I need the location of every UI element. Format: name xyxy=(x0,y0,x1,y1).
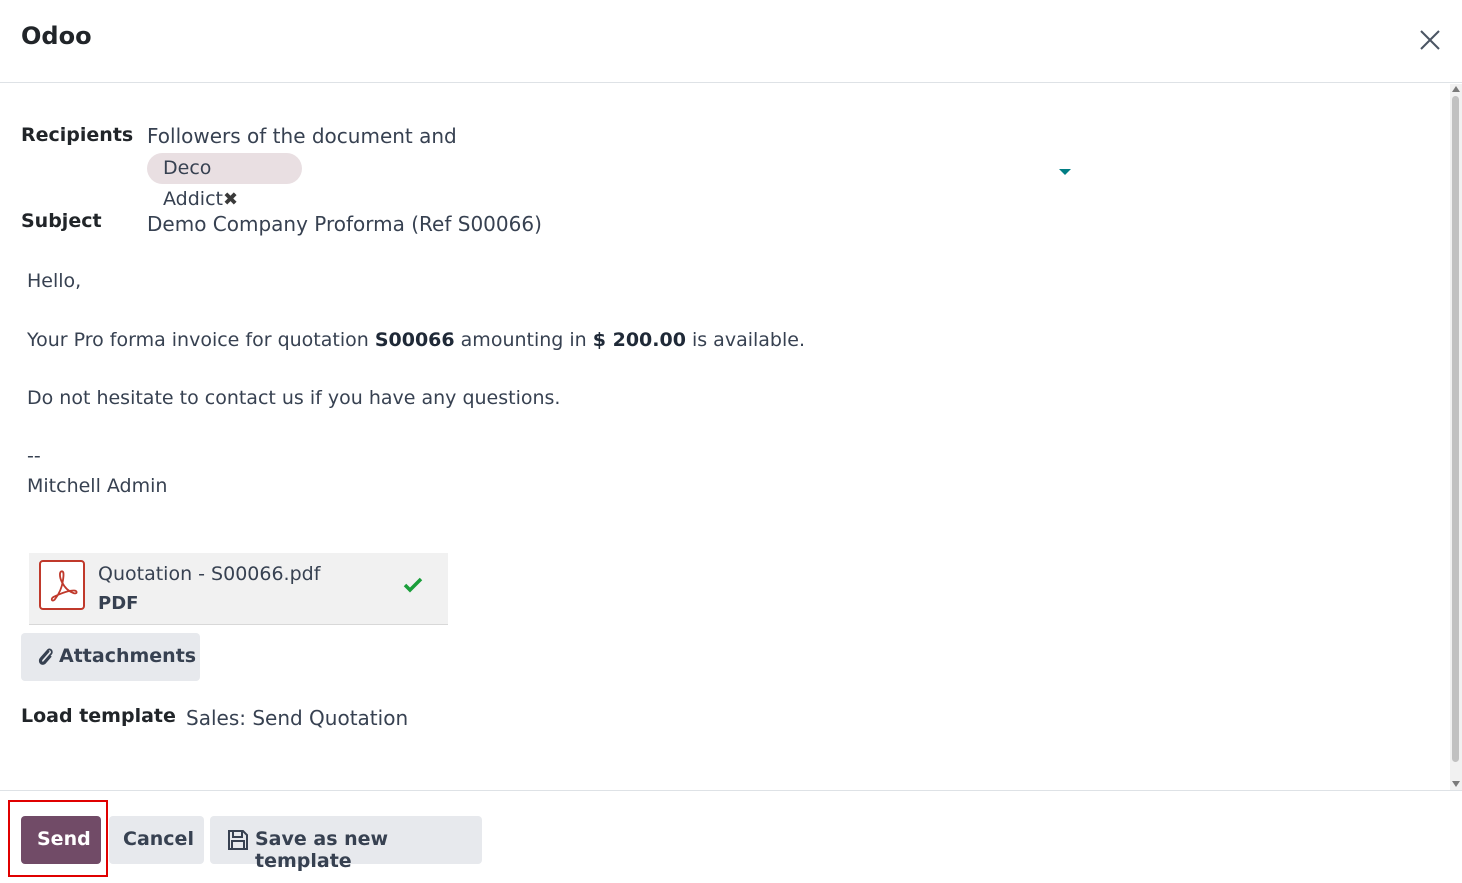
quote-ref: S00066 xyxy=(374,329,455,351)
scroll-down-icon[interactable] xyxy=(1452,781,1460,787)
recipients-dropdown-icon[interactable] xyxy=(1059,169,1071,175)
attachments-button[interactable]: Attachments xyxy=(21,633,200,681)
send-button-label: Send xyxy=(37,828,91,850)
message-greeting: Hello, xyxy=(27,270,82,292)
message-contact-line: Do not hesitate to contact us if you hav… xyxy=(27,387,561,409)
pdf-file-icon xyxy=(39,560,85,610)
cancel-button-label: Cancel xyxy=(123,828,194,850)
close-icon[interactable] xyxy=(1414,24,1446,56)
send-button[interactable]: Send xyxy=(21,816,101,864)
scroll-thumb[interactable] xyxy=(1452,96,1459,762)
tag-remove-icon[interactable]: ✖ xyxy=(223,189,238,210)
attachment-card[interactable]: Quotation - S00066.pdf PDF xyxy=(29,553,448,625)
load-template-label: Load template xyxy=(21,705,176,727)
template-select[interactable]: Sales: Send Quotation xyxy=(186,706,408,730)
cancel-button[interactable]: Cancel xyxy=(109,816,204,864)
subject-label: Subject xyxy=(21,210,102,232)
check-icon xyxy=(403,577,423,593)
subject-field[interactable]: Demo Company Proforma (Ref S00066) xyxy=(147,212,542,236)
recipients-label: Recipients xyxy=(21,124,134,146)
save-as-template-button[interactable]: Save as new template xyxy=(210,816,482,872)
attachments-button-label: Attachments xyxy=(59,645,197,667)
signature-separator: -- xyxy=(27,445,41,467)
scrollbar[interactable] xyxy=(1450,84,1462,790)
recipient-tag[interactable]: Deco Addict✖ xyxy=(147,153,302,210)
paperclip-icon xyxy=(38,648,53,665)
recipients-prefix: Followers of the document and xyxy=(147,124,457,148)
dialog-header: Odoo xyxy=(0,0,1462,83)
attachment-name: Quotation - S00066.pdf xyxy=(98,563,321,585)
recipient-tag-label: Deco Addict xyxy=(163,157,223,210)
dialog-body: Recipients Followers of the document and… xyxy=(0,84,1450,790)
attachment-type: PDF xyxy=(98,593,139,614)
floppy-disk-icon xyxy=(228,830,248,850)
save-as-template-label: Save as new template xyxy=(255,828,389,872)
dialog-footer: Send Cancel Save as new template xyxy=(0,790,1462,883)
dialog-title: Odoo xyxy=(21,22,92,50)
message-invoice-line: Your Pro forma invoice for quotation S00… xyxy=(27,329,805,351)
scroll-up-icon[interactable] xyxy=(1452,86,1460,92)
amount: $ 200.00 xyxy=(592,329,686,351)
signature-name: Mitchell Admin xyxy=(27,475,168,497)
